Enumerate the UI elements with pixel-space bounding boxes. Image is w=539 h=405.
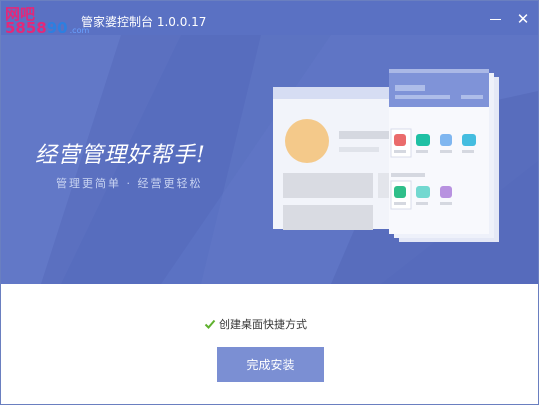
desktop-shortcut-checkbox[interactable]: 创建桌面快捷方式 (204, 316, 307, 332)
close-button[interactable]: ✕ (513, 9, 533, 29)
shortcut-label: 创建桌面快捷方式 (219, 318, 307, 331)
installer-window: 网吧 585890 .com 管家婆控制台 1.0.0.17 ✕ 经营管理好帮手!… (0, 0, 539, 405)
minimize-icon (489, 19, 501, 20)
hero-subslogan: 管理更简单 · 经营更轻松 (56, 177, 203, 190)
footer-panel: 创建桌面快捷方式 完成安装 (1, 284, 538, 404)
checkmark-icon (204, 319, 216, 329)
app-illustration (273, 69, 499, 242)
finish-install-button[interactable]: 完成安装 (217, 347, 324, 382)
minimize-button[interactable] (485, 9, 505, 29)
window-title: 管家婆控制台 1.0.0.17 (81, 15, 207, 29)
close-icon: ✕ (516, 10, 530, 28)
hero-slogan: 经营管理好帮手! (35, 143, 206, 168)
watermark-logo: 网吧 585890 .com (5, 7, 89, 38)
hero-banner: 网吧 585890 .com 管家婆控制台 1.0.0.17 ✕ 经营管理好帮手!… (1, 1, 538, 284)
watermark-bottom: 585890 .com (5, 19, 90, 37)
title-bar[interactable]: 网吧 585890 .com 管家婆控制台 1.0.0.17 ✕ (1, 1, 538, 38)
